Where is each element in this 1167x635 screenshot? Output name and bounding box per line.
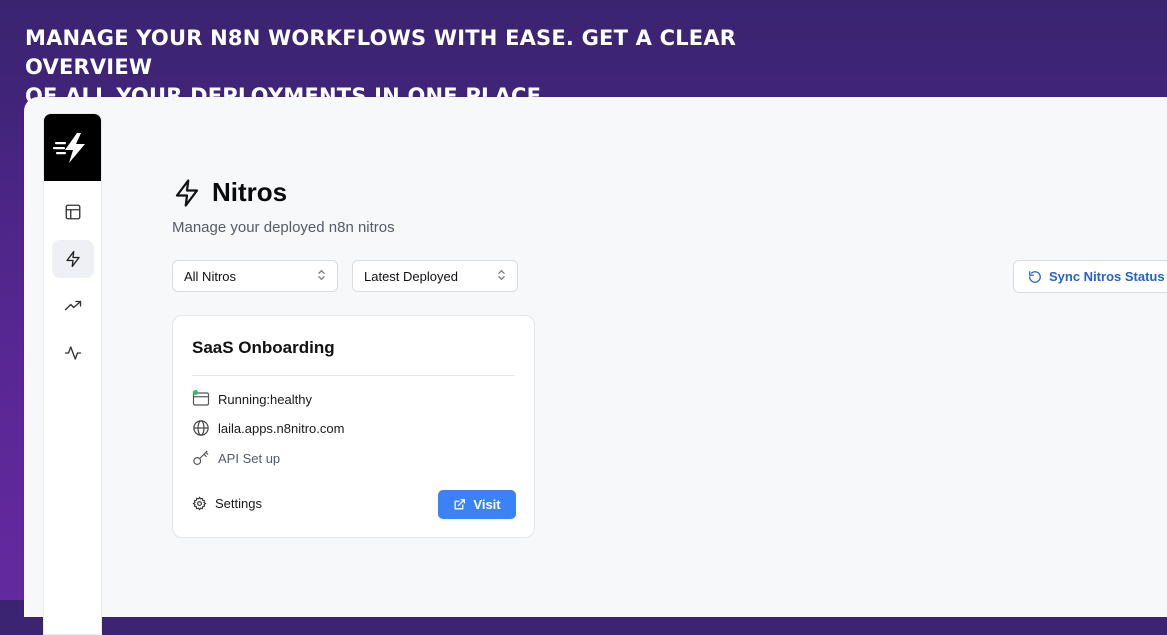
lightning-icon: [175, 178, 199, 207]
sync-nitros-button[interactable]: Sync Nitros Status: [1013, 260, 1167, 293]
nitro-card-title: SaaS Onboarding: [192, 338, 335, 357]
lightning-speed-icon: [52, 132, 85, 163]
status-filter-value: All Nitros: [184, 268, 237, 284]
page-subtitle: Manage your deployed n8n nitros: [172, 219, 395, 236]
app-logo[interactable]: [44, 114, 101, 181]
chevron-up-down-icon: [317, 269, 326, 283]
sidebar-item-analytics[interactable]: [52, 287, 94, 325]
app-window: Nitros Manage your deployed n8n nitros A…: [24, 97, 1167, 635]
nitro-domain-text[interactable]: laila.apps.n8nitro.com: [218, 421, 344, 436]
page-title-text: Nitros: [212, 177, 288, 207]
nitro-api-row: API Set up: [192, 449, 280, 467]
visit-label: Visit: [473, 497, 501, 512]
gear-icon: [192, 496, 207, 511]
nitro-card: SaaS Onboarding Running:healthy laila.ap…: [172, 315, 535, 538]
headline-line-1: MANAGE YOUR N8N WORKFLOWS WITH EASE. GET…: [25, 26, 737, 79]
globe-icon: [192, 419, 210, 437]
refresh-icon: [1029, 270, 1041, 283]
activity-icon: [64, 346, 81, 360]
status-filter-select[interactable]: All Nitros: [172, 260, 338, 292]
lightning-icon: [65, 250, 80, 268]
sidebar-item-dashboard[interactable]: [52, 193, 94, 231]
trending-up-icon: [64, 300, 81, 311]
sync-button-label: Sync Nitros Status: [1049, 269, 1165, 284]
page-title: Nitros: [172, 177, 287, 208]
settings-label: Settings: [215, 496, 262, 511]
sidebar: [43, 113, 102, 635]
sidebar-item-nitros[interactable]: [51, 240, 94, 278]
chevron-up-down-icon: [497, 269, 506, 283]
sort-select-value: Latest Deployed: [364, 268, 458, 284]
main-content: Nitros Manage your deployed n8n nitros A…: [172, 97, 1167, 617]
status-indicator-dot: [193, 390, 198, 395]
sidebar-item-activity[interactable]: [52, 334, 94, 372]
card-divider: [192, 375, 515, 376]
nitro-status-text: Running:healthy: [218, 391, 312, 407]
key-icon: [192, 449, 210, 467]
layout-icon: [65, 204, 80, 220]
visit-button[interactable]: Visit: [438, 490, 516, 519]
nitro-status-row: Running:healthy: [192, 390, 312, 408]
external-link-icon: [454, 498, 466, 510]
nitro-api-text: API Set up: [218, 450, 281, 466]
nitro-settings-button[interactable]: Settings: [192, 496, 262, 511]
status-window-icon: [192, 390, 210, 408]
sort-select[interactable]: Latest Deployed: [352, 260, 518, 292]
nitro-domain-row: laila.apps.n8nitro.com: [192, 419, 344, 437]
